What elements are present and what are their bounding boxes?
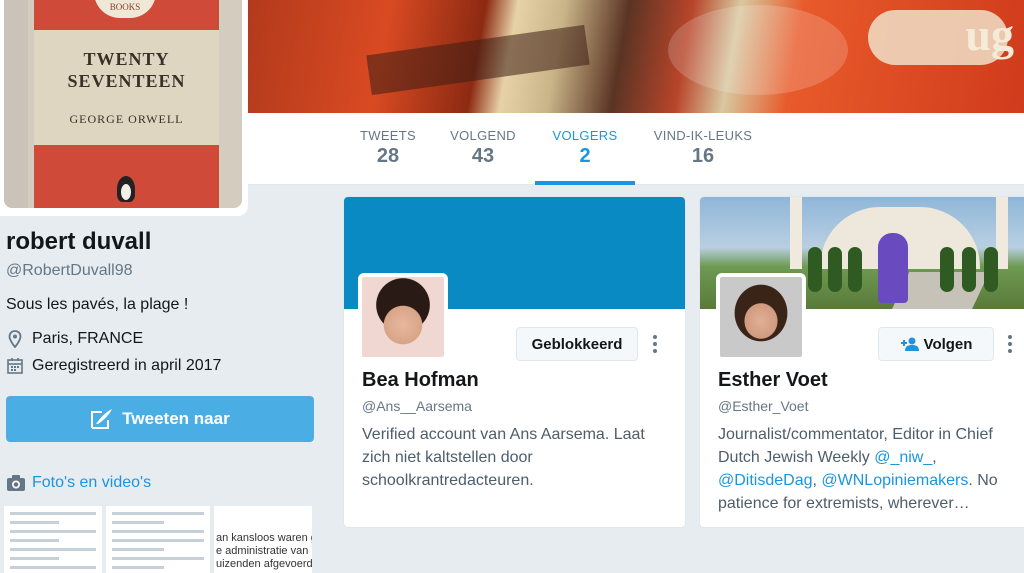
tweet-to-button[interactable]: Tweeten naar — [6, 396, 314, 442]
profile-handle[interactable]: @RobertDuvall98 — [6, 262, 133, 280]
more-options-icon[interactable] — [1005, 335, 1015, 355]
compose-icon — [91, 409, 113, 429]
media-thumbnail[interactable] — [4, 506, 102, 573]
profile-name[interactable]: robert duvall — [6, 228, 151, 256]
avatar-image: BOOKS TWENTY SEVENTEEN GEORGE ORWELL — [4, 0, 242, 208]
tab-label: VOLGERS — [552, 128, 618, 143]
thumb-text-line: uizenden afgevoerd — [216, 558, 312, 570]
header-tree — [940, 247, 954, 292]
header-tree — [984, 247, 998, 292]
thumb-line — [112, 512, 204, 515]
card-name[interactable]: Esther Voet — [718, 369, 828, 392]
thumb-line — [112, 566, 164, 569]
camera-icon — [7, 475, 25, 491]
thumb-line — [10, 530, 96, 533]
header-tree — [808, 247, 822, 292]
tab-count: 16 — [691, 145, 715, 167]
bio-text: , — [932, 449, 937, 466]
media-thumbnail[interactable] — [106, 506, 210, 573]
thumb-line — [10, 557, 59, 560]
profile-joined: Geregistreerd in april 2017 — [6, 357, 221, 375]
banner-shape — [366, 24, 590, 96]
tab-tweets[interactable]: TWEETS 28 — [356, 113, 420, 185]
tweet-button-label: Tweeten naar — [122, 409, 230, 428]
book-title: TWENTY SEVENTEEN — [34, 48, 219, 92]
thumb-line — [10, 548, 96, 551]
thumb-text: an kansloos waren ge e administratie van… — [214, 506, 312, 571]
mention-link[interactable]: @DitisdeDag — [718, 472, 813, 489]
tab-label: VOLGEND — [450, 128, 516, 143]
thumb-line — [112, 521, 164, 524]
thumb-line — [10, 512, 96, 515]
header-tree — [848, 247, 862, 292]
card-name[interactable]: Bea Hofman — [362, 369, 479, 392]
thumb-line — [112, 548, 164, 551]
tab-followers[interactable]: VOLGERS 2 — [535, 113, 635, 185]
follower-card[interactable]: Geblokkeerd Bea Hofman @Ans__Aarsema Ver… — [343, 196, 686, 528]
tab-count: 28 — [376, 145, 400, 167]
tab-count: 43 — [471, 145, 495, 167]
thumb-line — [10, 521, 59, 524]
banner-word: ug — [965, 9, 1014, 60]
thumb-line — [112, 539, 204, 542]
card-avatar[interactable] — [716, 273, 806, 361]
mention-link[interactable]: @WNLopiniemakers — [821, 472, 968, 489]
header-minaret — [790, 197, 802, 269]
thumb-text-line: e administratie van — [216, 545, 309, 557]
thumb-line — [112, 530, 204, 533]
card-handle[interactable]: @Ans__Aarsema — [362, 398, 472, 414]
profile-bio: Sous les pavés, la plage ! — [6, 296, 189, 313]
photos-videos-label: Foto's en video's — [32, 474, 152, 491]
photos-videos-link[interactable]: Foto's en video's — [6, 474, 151, 492]
banner-shape — [668, 5, 848, 95]
profile-banner: ug — [248, 0, 1024, 113]
header-tree — [962, 247, 976, 292]
location-text: Paris, FRANCE — [32, 330, 144, 347]
card-bio: Verified account van Ans Aarsema. Laat z… — [362, 426, 645, 489]
penguin-logo — [117, 176, 135, 202]
location-pin-icon — [8, 330, 22, 348]
profile-avatar[interactable]: BOOKS TWENTY SEVENTEEN GEORGE ORWELL — [0, 0, 248, 216]
book-title-line: TWENTY — [83, 49, 170, 69]
tab-following[interactable]: VOLGEND 43 — [446, 113, 520, 185]
follow-button-label: Volgen — [923, 335, 973, 353]
add-user-icon — [900, 337, 919, 351]
tab-count: 2 — [579, 145, 591, 167]
tab-likes[interactable]: VIND-IK-LEUKS 16 — [646, 113, 760, 185]
follow-button[interactable]: Volgen — [878, 327, 994, 361]
thumb-line — [10, 539, 59, 542]
blocked-button[interactable]: Geblokkeerd — [516, 327, 638, 361]
card-handle[interactable]: @Esther_Voet — [718, 398, 809, 414]
card-avatar[interactable] — [358, 273, 448, 361]
thumb-text-line: an kansloos waren ge — [216, 532, 312, 544]
mention-link[interactable]: @_niw_ — [874, 449, 932, 466]
tab-label: VIND-IK-LEUKS — [653, 128, 753, 143]
book-author: GEORGE ORWELL — [69, 112, 184, 126]
follower-card[interactable]: Volgen Esther Voet @Esther_Voet Journali… — [699, 196, 1024, 528]
more-options-icon[interactable] — [650, 335, 660, 355]
thumb-line — [112, 557, 204, 560]
header-person — [878, 233, 908, 303]
calendar-icon — [7, 358, 23, 374]
card-bio: Journalist/commentator, Editor in Chief … — [718, 423, 1024, 515]
book-title-line: SEVENTEEN — [67, 71, 186, 91]
profile-nav: TWEETS 28 VOLGEND 43 VOLGERS 2 VIND-IK-L… — [248, 113, 1024, 185]
header-tree — [828, 247, 842, 292]
thumb-line — [10, 566, 96, 569]
profile-location: Paris, FRANCE — [6, 330, 143, 348]
bio-text: Journalist/commentator, Editor in Chief … — [718, 426, 993, 466]
tab-label: TWEETS — [360, 128, 416, 143]
media-thumbnail[interactable]: an kansloos waren ge e administratie van… — [214, 506, 312, 573]
joined-text: Geregistreerd in april 2017 — [32, 357, 222, 374]
